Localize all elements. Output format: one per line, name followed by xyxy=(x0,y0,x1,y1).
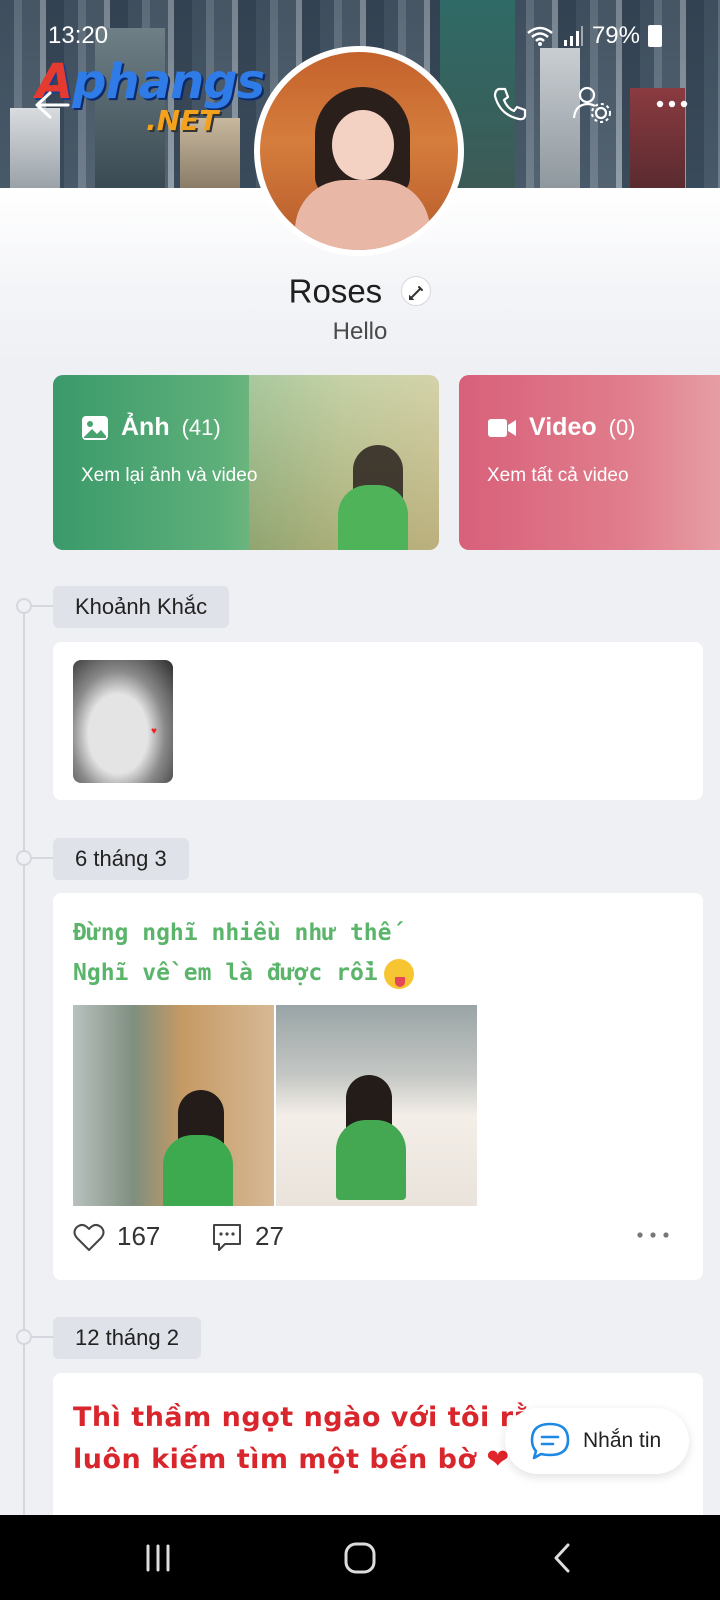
photos-card-figure xyxy=(338,485,408,550)
photo-figure xyxy=(336,1120,406,1200)
post-date: 6 tháng 3 xyxy=(53,838,189,880)
moment-thumbnail[interactable]: ♥ xyxy=(73,660,173,783)
message-button-label: Nhắn tin xyxy=(583,1429,662,1452)
photos-title: Ảnh xyxy=(121,413,170,441)
timeline-dot xyxy=(16,1329,56,1345)
heart-icon: ♥ xyxy=(151,726,157,737)
post-text-line: luôn kiếm tìm một bến bờ xyxy=(73,1444,477,1475)
profile-name: Roses xyxy=(288,272,383,310)
profile-status[interactable]: Hello xyxy=(0,318,720,346)
photos-count: (41) xyxy=(181,414,221,440)
status-icons: 79% xyxy=(526,22,662,50)
status-time: 13:20 xyxy=(48,22,109,49)
user-settings-icon[interactable] xyxy=(572,84,612,124)
heart-icon xyxy=(73,1223,105,1251)
videos-title: Video xyxy=(529,413,597,441)
post-text-line-wrap: Nghĩ về em là được rồi xyxy=(73,953,414,993)
system-nav-bar xyxy=(0,1515,720,1600)
phone-icon[interactable] xyxy=(490,84,530,124)
post-actions: 167 27 xyxy=(73,1221,683,1261)
post-date: 12 tháng 2 xyxy=(53,1317,201,1359)
battery-percent: 79% xyxy=(591,22,640,49)
videos-subtitle: Xem tất cả video xyxy=(487,465,629,486)
battery-icon xyxy=(648,25,662,47)
video-camera-icon xyxy=(488,418,516,437)
post-photo[interactable] xyxy=(73,1005,274,1206)
back-icon[interactable] xyxy=(546,1541,582,1575)
moments-label: Khoảnh Khắc xyxy=(53,586,230,628)
recent-apps-icon[interactable] xyxy=(140,1541,176,1575)
comment-count: 27 xyxy=(255,1221,284,1251)
winking-tongue-emoji-icon xyxy=(383,958,414,989)
post-photo[interactable] xyxy=(276,1005,477,1206)
avatar[interactable] xyxy=(254,46,464,256)
post-text: Thì thầm ngọt ngào với tôi rằng luôn kiế… xyxy=(73,1397,572,1481)
more-dots-icon[interactable] xyxy=(652,84,692,124)
timeline-dot xyxy=(16,850,56,866)
photos-card-title: Ảnh (41) xyxy=(81,413,221,442)
comment-icon xyxy=(213,1223,241,1251)
chat-bubble-icon xyxy=(530,1422,570,1460)
arrow-left-icon[interactable] xyxy=(32,88,72,122)
videos-card[interactable]: Video (0) Xem tất cả video xyxy=(459,375,720,550)
post-text-line-wrap: luôn kiếm tìm một bến bờ ❤ xyxy=(73,1439,572,1481)
comment-button[interactable]: 27 xyxy=(211,1221,284,1252)
watermark-logo-net: .NET xyxy=(146,104,219,137)
photos-subtitle: Xem lại ảnh và video xyxy=(81,465,258,486)
videos-card-title: Video (0) xyxy=(487,413,636,442)
image-icon xyxy=(82,415,108,440)
post-card: Đừng nghĩ nhiều như thế Nghĩ về em là đư… xyxy=(53,893,703,1280)
photo-figure xyxy=(163,1135,233,1206)
timeline-line xyxy=(23,600,25,1520)
post-text-line: Thì thầm ngọt ngào với tôi rằng xyxy=(73,1402,572,1433)
home-icon[interactable] xyxy=(342,1541,378,1575)
like-button[interactable]: 167 xyxy=(73,1221,160,1252)
signal-icon xyxy=(563,26,583,46)
post-text-line: Đừng nghĩ nhiều như thế xyxy=(73,920,392,946)
avatar-face xyxy=(332,110,394,180)
post-text: Đừng nghĩ nhiều như thế Nghĩ về em là đư… xyxy=(73,913,414,993)
photos-card[interactable]: Ảnh (41) Xem lại ảnh và video xyxy=(53,375,439,550)
pencil-icon[interactable] xyxy=(401,276,432,307)
post-text-line: Nghĩ về em là được rồi xyxy=(73,960,378,986)
timeline-dot xyxy=(16,598,56,614)
wifi-icon xyxy=(527,26,553,46)
moments-card: ♥ xyxy=(53,642,703,800)
post-photo-grid xyxy=(73,1005,477,1206)
like-count: 167 xyxy=(117,1221,161,1251)
more-dots-icon[interactable] xyxy=(635,1225,671,1245)
avatar-body xyxy=(295,180,430,250)
videos-count: (0) xyxy=(608,414,636,440)
profile-name-row: Roses xyxy=(0,270,720,310)
message-button[interactable]: Nhắn tin xyxy=(505,1408,689,1474)
